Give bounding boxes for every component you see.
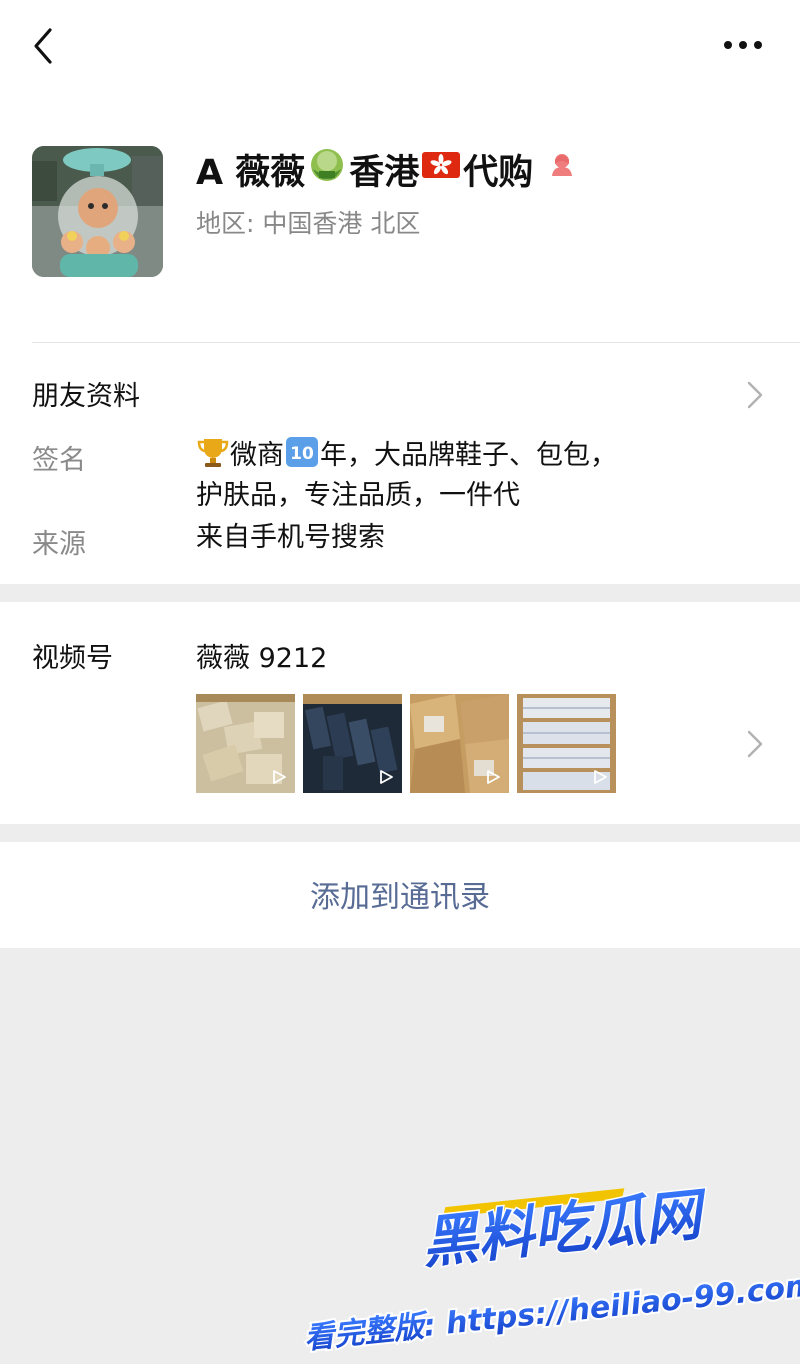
signature-text-b: 年，大品牌鞋子、包包， [320, 440, 617, 471]
friend-info-title: 朋友资料 [32, 381, 140, 412]
video-thumbnail[interactable] [410, 694, 509, 793]
video-channel-section[interactable]: 视频号 薇薇 9212 [0, 602, 800, 824]
add-contact-section: 添加到通讯录 [0, 842, 800, 948]
play-icon [273, 770, 286, 784]
top-bar [0, 0, 800, 100]
friend-info-section[interactable]: 朋友资料 签名 微商 10 年，大品牌鞋子、包包， 护肤品，专注品质，一件代 来… [0, 344, 800, 584]
svg-text:10: 10 [290, 444, 314, 464]
video-thumbnail[interactable] [517, 694, 616, 793]
profile-header: A 薇薇 香港 代购 地区: 中国香港 北区 [0, 100, 800, 344]
name-prefix: A 薇薇 [196, 152, 306, 193]
divider [32, 342, 800, 343]
signature-line-1: 微商 10 年，大品牌鞋子、包包， [196, 436, 756, 478]
svg-text:看完整版: https://heiliao-99.com: 看完整版: https://heiliao-99.com [303, 1268, 800, 1355]
trophy-icon [196, 436, 230, 478]
svg-text:黑料吃瓜网: 黑料吃瓜网 [419, 1182, 712, 1277]
watermark-logo: 黑料吃瓜网 看完整版: https://heiliao-99.com [301, 1180, 800, 1358]
keycap-ten-icon: 10 [285, 436, 319, 478]
video-channel-name: 薇薇 9212 [196, 643, 328, 674]
source-value: 来自手机号搜索 [196, 522, 385, 553]
add-to-contacts-button[interactable]: 添加到通讯录 [250, 872, 550, 916]
name-suffix: 代购 [463, 152, 534, 193]
video-thumbnail[interactable] [196, 694, 295, 793]
region-text: 地区: 中国香港 北区 [196, 209, 421, 238]
name-mid: 香港 [349, 152, 420, 193]
video-thumbnail[interactable] [303, 694, 402, 793]
more-dots-icon [724, 41, 762, 49]
chevron-right-icon [747, 381, 763, 409]
site-watermark: 黑料吃瓜网 看完整版: https://heiliao-99.com [290, 1175, 800, 1358]
video-channel-label: 视频号 [32, 643, 113, 674]
signature-line-2: 护肤品，专注品质，一件代 [196, 480, 520, 511]
source-label: 来源 [32, 529, 86, 560]
play-icon [487, 770, 500, 784]
chevron-left-icon [34, 28, 52, 64]
signature-text-a: 微商 [230, 440, 284, 471]
cabbage-emoji-icon [307, 145, 347, 194]
more-options-button[interactable] [720, 28, 770, 62]
female-gender-icon [547, 149, 577, 189]
chevron-right-icon [747, 730, 763, 758]
signature-label: 签名 [32, 445, 86, 476]
back-button[interactable] [28, 22, 68, 70]
signature-value: 微商 10 年，大品牌鞋子、包包， 护肤品，专注品质，一件代 [196, 436, 756, 514]
play-icon [594, 770, 607, 784]
hong-kong-flag-icon [421, 149, 461, 189]
play-icon [380, 770, 393, 784]
avatar[interactable] [32, 146, 163, 277]
contact-name: A 薇薇 香港 代购 [196, 144, 577, 194]
avatar-image [32, 146, 163, 277]
